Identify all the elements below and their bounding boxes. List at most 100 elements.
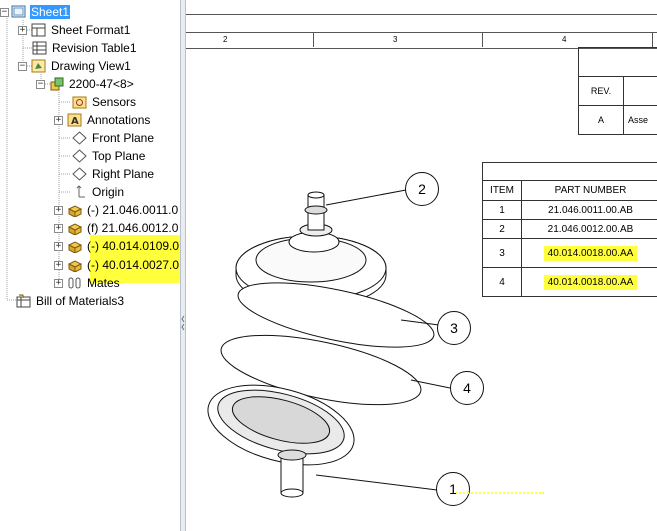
bom-icon <box>16 294 31 308</box>
tree-item-label: Top Plane <box>92 149 146 163</box>
bom-part-cell: 21.046.0011.00.AB <box>521 200 657 220</box>
bom-title-cell <box>482 162 657 181</box>
drawing-sheet[interactable]: 2 3 4 REV. A Asse ITEM PART NUMBER 1 21.… <box>186 0 657 531</box>
ruler-label: 3 <box>393 35 398 44</box>
ruler-label: 2 <box>223 35 228 44</box>
assembly-icon <box>49 77 64 91</box>
tree-item-label: Sensors <box>92 95 137 109</box>
tree-item-mates[interactable]: + Mates <box>54 274 121 292</box>
tree-item-label: Revision Table1 <box>52 41 137 55</box>
tree-item-sheet1[interactable]: − Sheet1 <box>0 3 71 21</box>
expand-toggle[interactable]: + <box>54 278 63 288</box>
bom-part-cell-wrap: 40.014.0018.00.AA <box>521 238 657 268</box>
part-icon <box>67 221 83 236</box>
ruler-divider <box>652 32 653 47</box>
tree-item-drawing-view[interactable]: − Drawing View1 <box>18 57 132 75</box>
tree-item-label: Right Plane <box>92 167 155 181</box>
revision-table-title-cell <box>578 47 657 77</box>
tree-item-part-3[interactable]: + (-) 40.014.0109.0 <box>54 237 180 255</box>
part-icon <box>67 258 83 273</box>
plane-icon <box>72 167 87 181</box>
bom-part-cell: 40.014.0018.00.AA <box>543 274 638 290</box>
tree-item-right-plane[interactable]: Right Plane <box>72 165 155 183</box>
tree-item-part-1[interactable]: + (-) 21.046.0011.0 <box>54 201 179 219</box>
revision-desc-header <box>623 76 657 106</box>
bom-header-item: ITEM <box>482 180 522 201</box>
tree-item-revision-table[interactable]: Revision Table1 <box>32 39 138 57</box>
drawing-view-icon <box>31 59 46 73</box>
ruler-label: 4 <box>562 35 567 44</box>
revision-rev-value: A <box>578 105 624 135</box>
bom-header-part-number: PART NUMBER <box>521 180 657 201</box>
tree-item-label: Drawing View1 <box>51 59 131 73</box>
plane-icon <box>72 131 87 145</box>
tree-item-sheet-format[interactable]: + Sheet Format1 <box>18 21 131 39</box>
sheet-format-icon <box>31 23 46 37</box>
balloon-2[interactable]: 2 <box>405 172 439 206</box>
tree-item-label: Bill of Materials3 <box>36 294 125 308</box>
tree-item-part-4[interactable]: + (-) 40.014.0027.0 <box>54 256 180 274</box>
tree-item-top-plane[interactable]: Top Plane <box>72 147 146 165</box>
tree-item-label: (-) 40.014.0109.0 <box>87 239 180 253</box>
bom-item-cell: 4 <box>482 267 522 297</box>
splitter-grip-icon[interactable] <box>181 310 185 336</box>
part-icon <box>67 203 83 218</box>
table-row[interactable]: 2 21.046.0012.00.AB <box>482 219 657 239</box>
expand-toggle[interactable]: + <box>54 223 63 233</box>
origin-icon <box>72 185 87 199</box>
plane-icon <box>72 149 87 163</box>
bom-item-cell: 2 <box>482 219 522 239</box>
annotations-icon: A <box>67 113 82 127</box>
sheet-icon <box>11 5 26 19</box>
tree-item-label: (f) 21.046.0012.0 <box>87 221 179 235</box>
bom-table[interactable]: ITEM PART NUMBER 1 21.046.0011.00.AB 2 2… <box>482 162 657 297</box>
tree-item-label: Mates <box>87 276 120 290</box>
sensors-icon <box>72 95 87 109</box>
expand-toggle[interactable]: + <box>54 241 63 251</box>
table-row[interactable]: 3 40.014.0018.00.AA <box>482 238 657 268</box>
bom-part-cell: 40.014.0018.00.AA <box>543 245 638 261</box>
revision-desc-value: Asse <box>623 105 657 135</box>
tree-item-label: Sheet1 <box>30 5 71 19</box>
expand-toggle[interactable]: + <box>18 25 27 35</box>
revision-table[interactable]: REV. A Asse <box>578 47 657 135</box>
tree-item-sensors[interactable]: Sensors <box>72 93 137 111</box>
ruler-divider <box>482 32 483 47</box>
tree-item-label: Front Plane <box>92 131 155 145</box>
part-icon <box>67 239 83 254</box>
collapse-toggle[interactable]: − <box>0 7 9 17</box>
expand-toggle[interactable]: + <box>54 115 63 125</box>
tree-item-front-plane[interactable]: Front Plane <box>72 129 155 147</box>
sheet-border-top <box>186 0 657 15</box>
tree-item-annotations[interactable]: + A Annotations <box>54 111 151 129</box>
bom-part-cell: 21.046.0012.00.AB <box>521 219 657 239</box>
exploded-view[interactable] <box>186 170 486 520</box>
bom-part-cell-wrap: 40.014.0018.00.AA <box>521 267 657 297</box>
bom-item-cell: 3 <box>482 238 522 268</box>
revision-rev-header: REV. <box>578 76 624 106</box>
tree-item-label: Annotations <box>87 113 151 127</box>
tree-item-bill-of-materials[interactable]: Bill of Materials3 <box>16 292 125 310</box>
tree-item-label: (-) 40.014.0027.0 <box>87 258 180 272</box>
balloon-1[interactable]: 1 <box>436 472 470 506</box>
balloon-4[interactable]: 4 <box>450 371 484 405</box>
tree-item-assembly[interactable]: − 2200-47<8> <box>36 75 135 93</box>
collapse-toggle[interactable]: − <box>18 61 27 71</box>
ruler-divider <box>313 32 314 47</box>
collapse-toggle[interactable]: − <box>36 79 45 89</box>
bom-item-cell: 1 <box>482 200 522 220</box>
svg-text:A: A <box>71 116 79 127</box>
tree-item-origin[interactable]: Origin <box>72 183 125 201</box>
highlight-marker <box>456 492 544 496</box>
mates-icon <box>67 276 82 290</box>
expand-toggle[interactable]: + <box>54 205 63 215</box>
tree-item-label: 2200-47<8> <box>69 77 134 91</box>
tree-item-label: Origin <box>92 185 125 199</box>
expand-toggle[interactable]: + <box>54 260 63 270</box>
table-row[interactable]: 4 40.014.0018.00.AA <box>482 267 657 297</box>
tree-item-label: (-) 21.046.0011.0 <box>87 203 179 217</box>
balloon-3[interactable]: 3 <box>437 311 471 345</box>
table-row[interactable]: 1 21.046.0011.00.AB <box>482 200 657 220</box>
feature-manager-tree: − Sheet1 + Sheet Format1 Revision Table1… <box>0 0 180 531</box>
revision-table-icon <box>32 41 47 55</box>
